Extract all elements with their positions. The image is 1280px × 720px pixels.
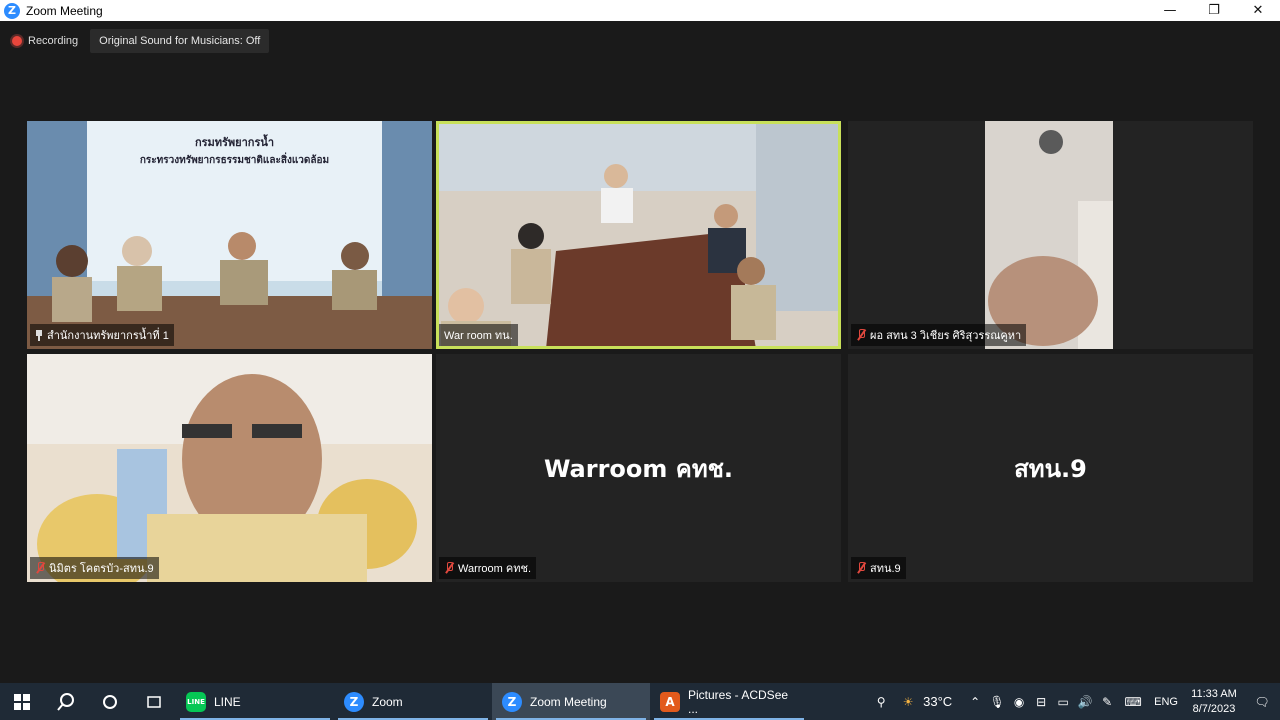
webcam-icon[interactable]: ◉ bbox=[1008, 695, 1030, 709]
meeting-area: Recording Original Sound for Musicians: … bbox=[0, 21, 1280, 683]
task-view-icon[interactable] bbox=[132, 683, 176, 720]
taskbar-app-acdsee[interactable]: A Pictures - ACDSee ... bbox=[650, 683, 808, 720]
participant-nametag: นิมิตร โคตรบัว-สทน.9 bbox=[30, 557, 159, 579]
banner-line-2: กระทรวงทรัพยากรธรรมชาติและสิ่งแวดล้อม bbox=[139, 155, 330, 166]
circle-icon bbox=[103, 694, 117, 709]
participant-name: ผอ สทน 3 วิเชียร ศิริสุวรรณคูหา bbox=[870, 330, 1022, 342]
participant-name: นิมิตร โคตรบัว-สทน.9 bbox=[49, 563, 154, 575]
muted-mic-icon bbox=[35, 562, 45, 574]
video-tile-no-video[interactable]: สทน.9 สทน.9 bbox=[848, 354, 1253, 582]
participant-name: War room ทน. bbox=[444, 330, 513, 342]
microphone-icon[interactable]: 🎙 bbox=[986, 695, 1008, 709]
network-adapter-icon[interactable]: ⊟ bbox=[1030, 695, 1052, 709]
video-tile[interactable]: นิมิตร โคตรบัว-สทน.9 bbox=[27, 354, 432, 582]
windows-taskbar: LINE LINE Z Zoom Z Zoom Meeting A Pictur… bbox=[0, 683, 1280, 720]
original-sound-toggle[interactable]: Original Sound for Musicians: Off bbox=[90, 29, 270, 53]
magnifier-icon bbox=[57, 692, 74, 711]
people-icon[interactable]: ⚲ bbox=[865, 695, 897, 709]
video-feed-closeup bbox=[848, 121, 1253, 349]
weather-temperature[interactable]: 33°C bbox=[923, 694, 952, 709]
video-feed-participant bbox=[27, 354, 432, 582]
pin-icon bbox=[35, 329, 43, 341]
clock-time: 11:33 AM bbox=[1191, 687, 1237, 700]
restore-button[interactable]: ❐ bbox=[1192, 0, 1236, 21]
muted-mic-icon bbox=[856, 562, 866, 574]
zoom-logo-icon: Z bbox=[4, 2, 20, 19]
pen-icon[interactable]: ✎ bbox=[1096, 695, 1118, 709]
input-language[interactable]: ENG bbox=[1154, 696, 1178, 708]
system-tray: ⚲ ☀ 33°C ⌃ 🎙 ◉ ⊟ ▭ 🔊 ✎ ⌨ ENG 11:33 AM 8/… bbox=[865, 683, 1280, 720]
participant-nametag: Warroom คทช. bbox=[439, 557, 537, 579]
taskbar-app-line[interactable]: LINE LINE bbox=[176, 683, 334, 720]
taskbar-app-zoom[interactable]: Z Zoom bbox=[334, 683, 492, 720]
participant-name: Warroom คทช. bbox=[458, 563, 532, 575]
notifications-icon[interactable]: 🗨 bbox=[1244, 695, 1280, 709]
participant-nametag: War room ทน. bbox=[439, 324, 518, 346]
video-tile-active-speaker[interactable]: War room ทน. bbox=[436, 121, 841, 349]
search-icon[interactable] bbox=[44, 683, 88, 720]
banner-line-1: กรมทรัพยากรน้ำ bbox=[194, 137, 275, 149]
clock-date: 8/7/2023 bbox=[1192, 702, 1236, 715]
weather-icon[interactable]: ☀ bbox=[897, 695, 919, 709]
participant-nametag: ผอ สทน 3 วิเชียร ศิริสุวรรณคูหา bbox=[851, 324, 1027, 346]
recording-indicator[interactable]: Recording bbox=[8, 29, 82, 53]
zoom-app-icon: Z bbox=[344, 691, 364, 712]
participant-display-name: สทน.9 bbox=[1014, 454, 1087, 483]
chevron-up-icon[interactable]: ⌃ bbox=[964, 695, 986, 709]
window-titlebar: Z Zoom Meeting — ❐ ✕ bbox=[0, 0, 1280, 21]
recording-icon bbox=[12, 36, 22, 46]
participant-name: สำนักงานทรัพยากรน้ำที่ 1 bbox=[47, 330, 169, 342]
task-view-glyph-icon bbox=[147, 695, 161, 708]
keyboard-icon[interactable]: ⌨ bbox=[1118, 695, 1148, 709]
cortana-icon[interactable] bbox=[88, 683, 132, 720]
line-app-icon: LINE bbox=[186, 691, 206, 712]
clock[interactable]: 11:33 AM 8/7/2023 bbox=[1184, 687, 1244, 717]
recording-bar: Recording Original Sound for Musicians: … bbox=[8, 29, 270, 53]
windows-logo-icon bbox=[14, 693, 30, 710]
muted-mic-icon bbox=[856, 329, 866, 341]
acdsee-app-icon: A bbox=[660, 691, 680, 712]
participant-nametag: สำนักงานทรัพยากรน้ำที่ 1 bbox=[30, 324, 174, 346]
taskbar-app-label: Zoom Meeting bbox=[530, 694, 607, 709]
participant-name: สทน.9 bbox=[870, 563, 901, 575]
taskbar-app-label: Zoom bbox=[372, 694, 403, 709]
taskbar-app-label: Pictures - ACDSee ... bbox=[688, 687, 789, 716]
participant-nametag: สทน.9 bbox=[851, 557, 906, 579]
video-feed-war-room bbox=[436, 121, 841, 349]
speaker-icon[interactable]: 🔊 bbox=[1074, 695, 1096, 709]
start-button[interactable] bbox=[0, 683, 44, 720]
zoom-meeting-app-icon: Z bbox=[502, 691, 522, 712]
participant-display-name: Warroom คทช. bbox=[543, 454, 734, 483]
display-icon[interactable]: ▭ bbox=[1052, 695, 1074, 709]
minimize-button[interactable]: — bbox=[1148, 0, 1192, 21]
window-title: Zoom Meeting bbox=[26, 3, 103, 18]
recording-label: Recording bbox=[28, 35, 79, 47]
taskbar-app-label: LINE bbox=[214, 694, 241, 709]
close-button[interactable]: ✕ bbox=[1236, 0, 1280, 21]
video-tile[interactable]: ผอ สทน 3 วิเชียร ศิริสุวรรณคูหา bbox=[848, 121, 1253, 349]
taskbar-app-zoom-meeting[interactable]: Z Zoom Meeting bbox=[492, 683, 650, 720]
muted-mic-icon bbox=[444, 562, 454, 574]
video-tile-no-video[interactable]: Warroom คทช. Warroom คทช. bbox=[436, 354, 841, 582]
video-tile[interactable]: กรมทรัพยากรน้ำ กระทรวงทรัพยากรธรรมชาติแล… bbox=[27, 121, 432, 349]
